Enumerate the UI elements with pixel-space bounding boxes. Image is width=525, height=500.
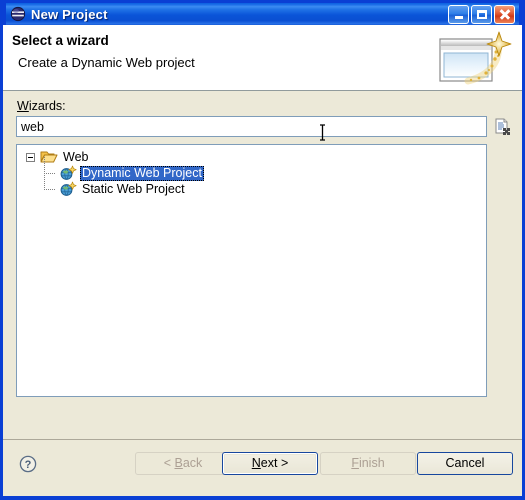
wizards-label-accel: W xyxy=(17,99,29,113)
wizard-filter-input[interactable] xyxy=(16,116,487,137)
page-subtitle: Create a Dynamic Web project xyxy=(18,55,195,70)
svg-text:?: ? xyxy=(25,459,32,471)
back-button-accel: B xyxy=(174,456,183,470)
close-icon xyxy=(499,9,510,20)
tree-label[interactable]: Static Web Project xyxy=(80,182,187,197)
collapse-box-icon[interactable] xyxy=(26,152,35,162)
wizard-window-sparkle-icon xyxy=(438,29,514,87)
wizards-label: Wizards: xyxy=(17,99,66,113)
minimize-button[interactable] xyxy=(448,4,469,24)
open-folder-icon xyxy=(40,149,58,165)
wizards-label-rest: izards: xyxy=(28,99,66,113)
next-button[interactable]: Next > xyxy=(222,452,318,475)
next-button-rest: ext xyxy=(260,456,278,470)
maximize-icon xyxy=(476,9,487,19)
tree-guide-line xyxy=(44,173,59,197)
filter-row xyxy=(16,116,512,137)
next-button-suffix: > xyxy=(277,456,289,470)
next-button-accel: N xyxy=(251,456,261,470)
page-title: Select a wizard xyxy=(12,33,109,48)
tree-guide-line xyxy=(44,157,59,181)
clear-filter-icon[interactable] xyxy=(493,117,512,136)
wizard-tree-panel[interactable]: Web Dynamic Web Project Static Web Proje… xyxy=(16,144,487,397)
dialog-body: Wizards: web Web Dynamic Web Project Sta… xyxy=(3,91,522,492)
eclipse-globe-icon xyxy=(10,6,26,22)
tree-row[interactable]: Web xyxy=(17,149,486,165)
back-button[interactable]: < Back xyxy=(135,452,231,475)
web-project-globe-icon xyxy=(59,165,77,181)
finish-button-rest: inish xyxy=(358,456,385,470)
finish-button-accel: F xyxy=(351,456,359,470)
dialog-header: Select a wizard Create a Dynamic Web pro… xyxy=(3,25,522,91)
title-bar[interactable]: New Project xyxy=(3,0,522,25)
cancel-button-label: Cancel xyxy=(445,456,485,470)
tree-label[interactable]: Dynamic Web Project xyxy=(80,165,204,181)
close-button[interactable] xyxy=(494,4,515,24)
back-button-prefix: < xyxy=(163,456,175,470)
new-project-dialog: New Project Select a wizard Create a Dyn… xyxy=(0,0,525,500)
tree-label[interactable]: Web xyxy=(61,150,90,165)
finish-button[interactable]: Finish xyxy=(320,452,416,475)
cancel-button[interactable]: Cancel xyxy=(417,452,513,475)
web-project-globe-icon xyxy=(59,181,77,197)
dialog-footer: ? < Back Next > Finish Cancel xyxy=(3,440,522,492)
tree-row[interactable]: Static Web Project xyxy=(17,173,486,197)
window-title: New Project xyxy=(31,6,108,22)
back-button-rest: ack xyxy=(182,456,203,470)
minimize-icon xyxy=(454,16,463,19)
maximize-button[interactable] xyxy=(471,4,492,24)
tree-row[interactable]: Dynamic Web Project xyxy=(17,157,486,181)
window-controls xyxy=(448,4,515,24)
help-question-icon[interactable]: ? xyxy=(19,455,37,473)
